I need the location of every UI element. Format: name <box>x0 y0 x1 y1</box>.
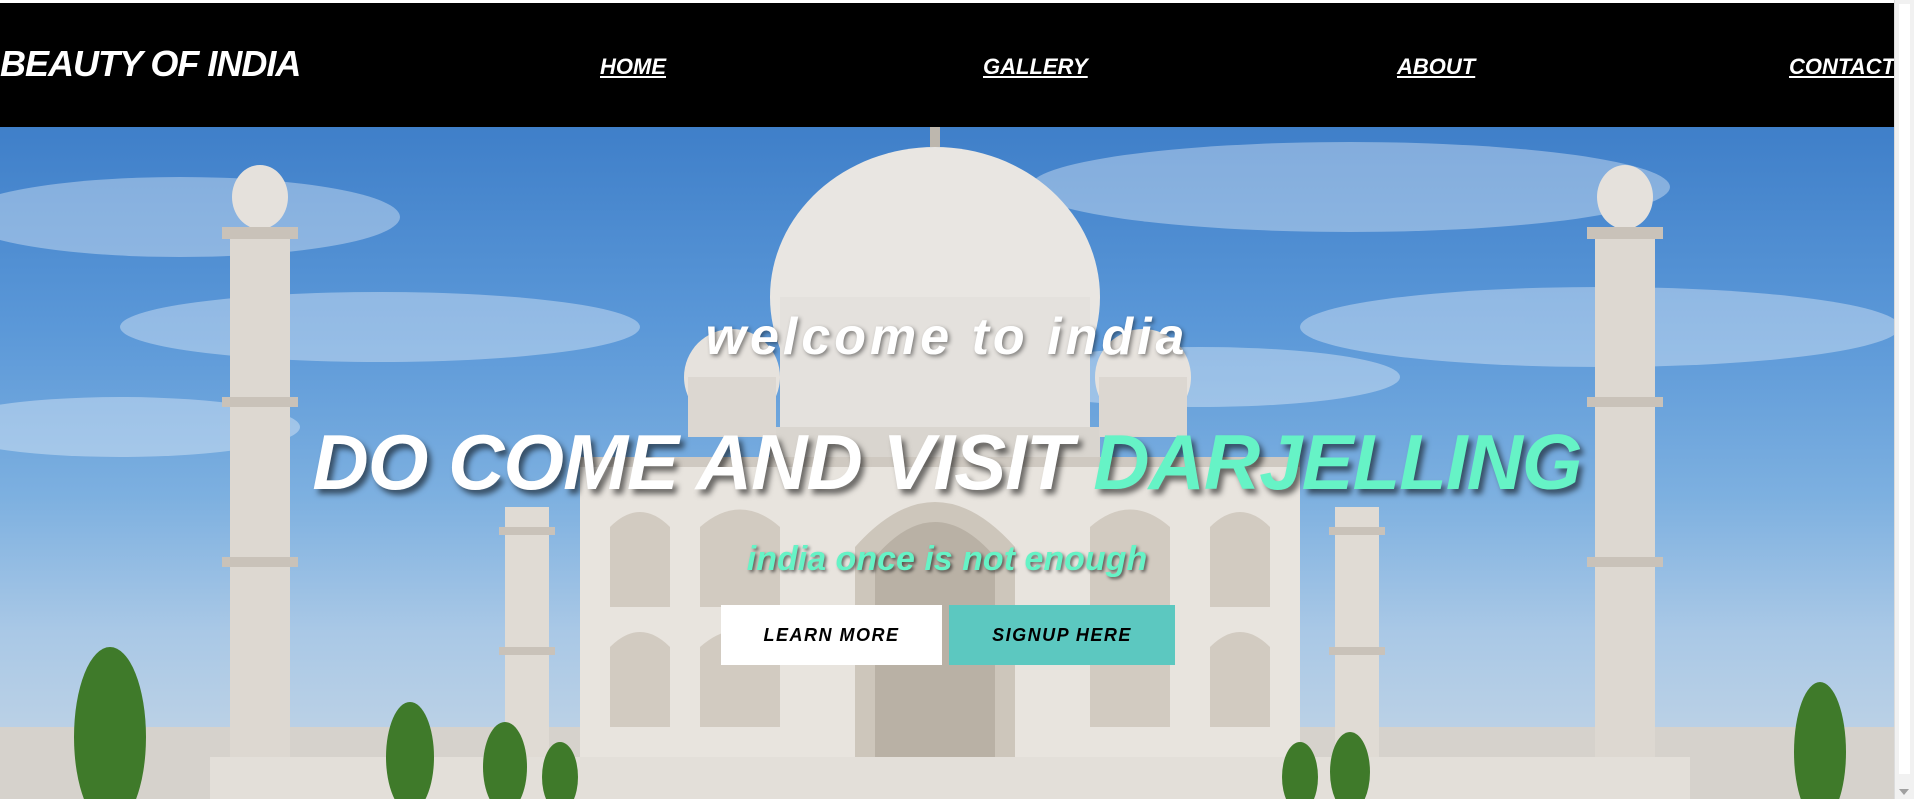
scroll-down-arrow-icon[interactable] <box>1899 789 1909 795</box>
nav-link-contact[interactable]: CONTACT <box>1789 54 1895 80</box>
nav-link-home[interactable]: HOME <box>600 54 666 80</box>
main-headline: DO COME AND VISIT DARJELLING <box>0 417 1894 508</box>
tagline: india once is not enough <box>746 540 1148 578</box>
page: BEAUTY OF INDIA HOME GALLERY ABOUT CONTA… <box>0 0 1914 799</box>
headline-white-text: DO COME AND VISIT <box>312 418 1094 506</box>
navbar: BEAUTY OF INDIA HOME GALLERY ABOUT CONTA… <box>0 3 1895 127</box>
nav-link-gallery[interactable]: GALLERY <box>983 54 1088 80</box>
brand-logo[interactable]: BEAUTY OF INDIA <box>0 43 301 85</box>
headline-accent-text: DARJELLING <box>1093 418 1582 506</box>
signup-button[interactable]: SIGNUP HERE <box>949 605 1175 665</box>
learn-more-button[interactable]: LEARN MORE <box>721 605 942 665</box>
welcome-heading: welcome to india <box>705 308 1189 366</box>
vertical-scrollbar[interactable] <box>1894 0 1914 799</box>
scrollbar-thumb[interactable] <box>1899 4 1910 774</box>
hero-section: welcome to india DO COME AND VISIT DARJE… <box>0 127 1894 799</box>
nav-link-about[interactable]: ABOUT <box>1397 54 1475 80</box>
